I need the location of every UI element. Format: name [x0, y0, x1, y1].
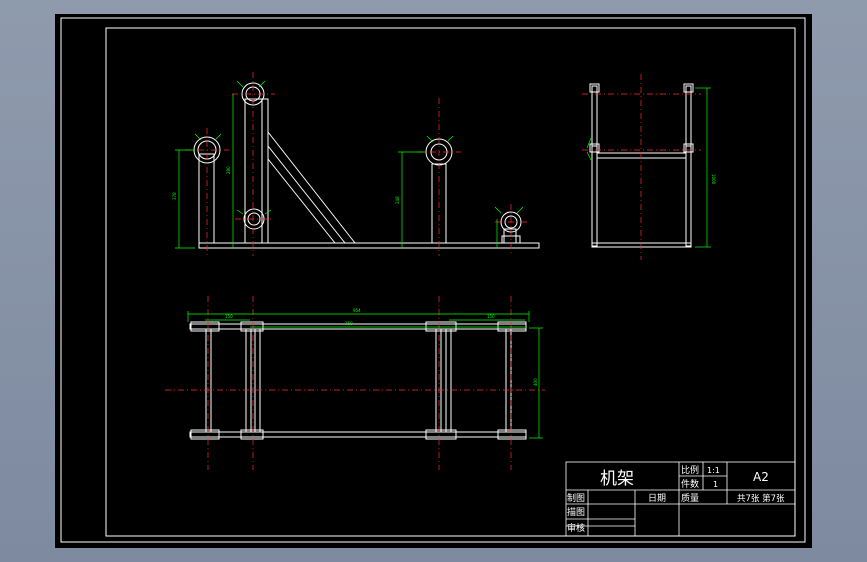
svg-text:比例: 比例 — [681, 464, 699, 476]
svg-text:1:1: 1:1 — [707, 466, 720, 475]
front-dimensions — [175, 80, 524, 249]
title-block-texts: 机架 比例 1:1 件数 1 A2 制图 描图 审核 日期 质量 共7张 第7张 — [567, 464, 785, 534]
svg-text:件数: 件数 — [681, 478, 699, 490]
side-centerlines — [582, 74, 701, 260]
side-dimensions — [586, 87, 711, 248]
side-dim-text: 1000 — [711, 174, 716, 185]
base-beam — [198, 242, 540, 249]
svg-text:共7张 第7张: 共7张 第7张 — [737, 493, 785, 504]
top-centerlines — [165, 296, 545, 470]
svg-text:760: 760 — [345, 321, 353, 326]
svg-text:1: 1 — [713, 480, 718, 489]
part-name: 机架 — [600, 469, 634, 489]
left-short-column — [198, 153, 215, 244]
top-view — [189, 321, 527, 440]
svg-text:954: 954 — [353, 308, 361, 313]
drawing-sheet[interactable]: 378 280 248 1000 954 150 760 150 400 机架 … — [55, 14, 812, 548]
svg-text:150: 150 — [225, 314, 233, 319]
svg-text:质量: 质量 — [681, 492, 699, 504]
svg-text:400: 400 — [533, 378, 538, 386]
drawing-canvas[interactable]: 378 280 248 1000 954 150 760 150 400 机架 … — [55, 14, 812, 548]
svg-text:日期: 日期 — [648, 493, 666, 504]
front-dim-texts: 378 280 248 — [172, 166, 400, 204]
front-centerlines — [185, 72, 527, 256]
cad-viewport[interactable]: 378 280 248 1000 954 150 760 150 400 机架 … — [0, 0, 867, 562]
svg-text:审核: 审核 — [567, 522, 585, 534]
front-view — [193, 82, 540, 249]
inner-border — [105, 27, 796, 537]
svg-text:248: 248 — [395, 196, 400, 204]
svg-text:378: 378 — [172, 192, 177, 200]
outer-border — [60, 17, 806, 543]
svg-text:制图: 制图 — [567, 492, 585, 504]
svg-text:描图: 描图 — [567, 506, 585, 518]
sheet-size: A2 — [753, 470, 769, 484]
svg-text:280: 280 — [226, 166, 231, 174]
svg-text:150: 150 — [487, 314, 495, 319]
side-view — [589, 83, 694, 248]
